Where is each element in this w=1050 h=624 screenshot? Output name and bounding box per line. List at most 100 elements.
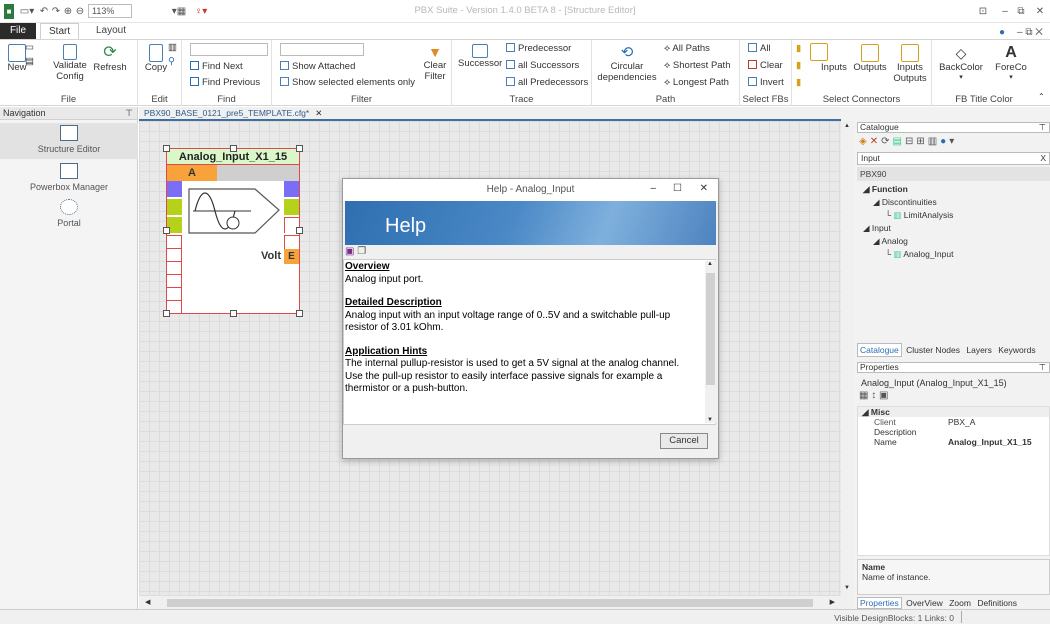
- nav-item-portal[interactable]: Portal: [0, 199, 138, 235]
- catalogue-root[interactable]: PBX90: [857, 167, 1050, 181]
- connector-small-icon-3[interactable]: ▮: [796, 77, 801, 88]
- inputs-button[interactable]: Inputs: [816, 44, 852, 73]
- block-pin-right[interactable]: [284, 235, 299, 249]
- nav-item-structure-editor[interactable]: Structure Editor: [0, 123, 138, 159]
- sort-alpha-icon[interactable]: ↕: [871, 390, 876, 401]
- tree-node-analog-input[interactable]: └ ▥ Analog_Input: [857, 248, 1050, 261]
- save-icon[interactable]: ▤: [25, 56, 34, 67]
- scroll-down-icon[interactable]: ▼: [844, 585, 850, 591]
- longest-path-button[interactable]: ⟡ Longest Path: [664, 77, 729, 88]
- help-copy-icon[interactable]: ❐: [357, 246, 366, 257]
- help-maximize-icon[interactable]: ☐: [673, 183, 682, 194]
- property-category[interactable]: ◢ Misc: [858, 407, 1049, 417]
- all-predecessors-button[interactable]: all Predecessors: [506, 77, 588, 88]
- successor-button[interactable]: Successor: [458, 44, 502, 69]
- all-paths-button[interactable]: ⟡ All Paths: [664, 43, 710, 54]
- catalogue-collapse-icon[interactable]: ⊟: [905, 136, 916, 147]
- tab-start[interactable]: Start: [40, 23, 80, 39]
- resize-handle[interactable]: [230, 145, 237, 152]
- find-next-button[interactable]: Find Next: [190, 61, 243, 72]
- document-tab[interactable]: PBX90_BASE_0121_pre5_TEMPLATE.cfg* ✕: [141, 108, 325, 119]
- tab-definitions[interactable]: Definitions: [975, 598, 1019, 608]
- pin-icon[interactable]: ⊤: [1039, 363, 1046, 372]
- tab-file[interactable]: File: [0, 23, 36, 39]
- outputs-button[interactable]: Outputs: [850, 44, 890, 73]
- help-print-icon[interactable]: ▣: [345, 246, 354, 257]
- show-selected-button[interactable]: Show selected elements only: [280, 77, 415, 88]
- select-clear-button[interactable]: Clear: [748, 60, 783, 71]
- nav-item-powerbox-manager[interactable]: Powerbox Manager: [0, 163, 138, 199]
- tab-overview[interactable]: OverView: [904, 598, 945, 608]
- resize-handle[interactable]: [296, 227, 303, 234]
- right-panel-scrollbar[interactable]: ▲ ▼: [841, 121, 854, 609]
- catalogue-tool-icon[interactable]: ◈: [859, 136, 870, 147]
- close-tab-icon[interactable]: ✕: [315, 108, 322, 118]
- open-icon[interactable]: ▭: [25, 42, 34, 53]
- filter-input[interactable]: [280, 43, 364, 56]
- catalogue-delete-icon[interactable]: ✕: [870, 136, 881, 147]
- find-input[interactable]: [190, 43, 268, 56]
- tab-keywords[interactable]: Keywords: [996, 344, 1037, 356]
- close-icon[interactable]: ✕: [1034, 4, 1046, 19]
- clear-filter-button[interactable]: ▼ Clear Filter: [420, 44, 450, 82]
- block-pin-right[interactable]: [284, 199, 299, 215]
- canvas-horizontal-scrollbar[interactable]: ◀ ▶: [139, 595, 841, 609]
- property-pages-icon[interactable]: ▣: [879, 390, 888, 401]
- copy-button[interactable]: Copy: [144, 44, 168, 73]
- pin-icon[interactable]: ⊤: [125, 108, 133, 119]
- pin-icon[interactable]: ⊤: [1039, 123, 1046, 132]
- block-pin-right[interactable]: [284, 181, 299, 197]
- clear-search-icon[interactable]: X: [1040, 153, 1046, 164]
- resize-handle[interactable]: [230, 310, 237, 317]
- shortest-path-button[interactable]: ⟡ Shortest Path: [664, 60, 730, 71]
- connector-small-icon-1[interactable]: ▮: [796, 43, 801, 54]
- tab-layout[interactable]: Layout: [88, 23, 134, 39]
- tree-node-discontinuities[interactable]: ◢ Discontinuities: [857, 196, 1050, 209]
- scroll-up-icon[interactable]: ▲: [844, 123, 850, 129]
- catalogue-help-icon[interactable]: ●: [940, 136, 949, 147]
- function-block[interactable]: Analog_Input_X1_15 A E Volt: [163, 145, 303, 317]
- resize-handle[interactable]: [163, 310, 170, 317]
- minimize-icon[interactable]: –: [998, 4, 1012, 19]
- paste-icon[interactable]: ▥: [168, 42, 177, 53]
- forecolor-button[interactable]: A ForeCo ▾: [994, 44, 1028, 81]
- property-row[interactable]: Description: [858, 427, 1049, 437]
- property-row[interactable]: Name Analog_Input_X1_15: [858, 437, 1049, 447]
- cancel-button[interactable]: Cancel: [660, 433, 708, 449]
- connector-small-icon-2[interactable]: ▮: [796, 60, 801, 71]
- tab-cluster-nodes[interactable]: Cluster Nodes: [904, 344, 962, 356]
- show-attached-button[interactable]: Show Attached: [280, 61, 355, 72]
- binoculars-icon[interactable]: ⚲: [168, 56, 175, 67]
- resize-handle[interactable]: [296, 145, 303, 152]
- help-title-bar[interactable]: Help - Analog_Input – ☐ ✕: [343, 179, 718, 201]
- categorized-icon[interactable]: ▦: [859, 390, 868, 401]
- inputs-outputs-button[interactable]: Inputs Outputs: [892, 44, 928, 84]
- backcolor-button[interactable]: ◇ BackColor ▾: [938, 44, 984, 81]
- tree-node-limitanalysis[interactable]: └ ▥ LimitAnalysis: [857, 209, 1050, 222]
- catalogue-options-icon[interactable]: ▾: [949, 136, 957, 147]
- find-previous-button[interactable]: Find Previous: [190, 77, 260, 88]
- tree-node-function[interactable]: ◢ Function: [857, 183, 1050, 196]
- catalogue-filter-icon[interactable]: ▥: [928, 136, 940, 147]
- collapse-ribbon-icon[interactable]: ⌃: [1038, 92, 1045, 101]
- tab-layers[interactable]: Layers: [964, 344, 994, 356]
- help-close-icon[interactable]: ✕: [700, 183, 708, 194]
- tab-properties[interactable]: Properties: [857, 597, 902, 609]
- help-icon[interactable]: ●: [996, 25, 1008, 40]
- refresh-button[interactable]: ⟳ Refresh: [90, 44, 130, 73]
- catalogue-search-input[interactable]: Input X: [857, 152, 1050, 165]
- help-minimize-icon[interactable]: –: [650, 183, 656, 194]
- help-scroll-thumb[interactable]: [706, 273, 715, 385]
- catalogue-plus-icon[interactable]: ⊞: [916, 136, 927, 147]
- select-all-button[interactable]: All: [748, 43, 771, 54]
- block-output-letter[interactable]: E: [284, 249, 299, 264]
- restore-ribbon-icon[interactable]: ⊡: [976, 4, 990, 19]
- catalogue-refresh-icon[interactable]: ⟳: [881, 136, 892, 147]
- maximize-icon[interactable]: ⧉: [1014, 4, 1028, 19]
- block-pin-left[interactable]: [167, 181, 182, 197]
- predecessor-button[interactable]: Predecessor: [506, 43, 571, 54]
- circular-dependencies-button[interactable]: ⟲ Circular dependencies: [594, 44, 660, 83]
- scroll-left-icon[interactable]: ◀: [145, 598, 150, 606]
- tab-zoom[interactable]: Zoom: [947, 598, 973, 608]
- select-invert-button[interactable]: Invert: [748, 77, 784, 88]
